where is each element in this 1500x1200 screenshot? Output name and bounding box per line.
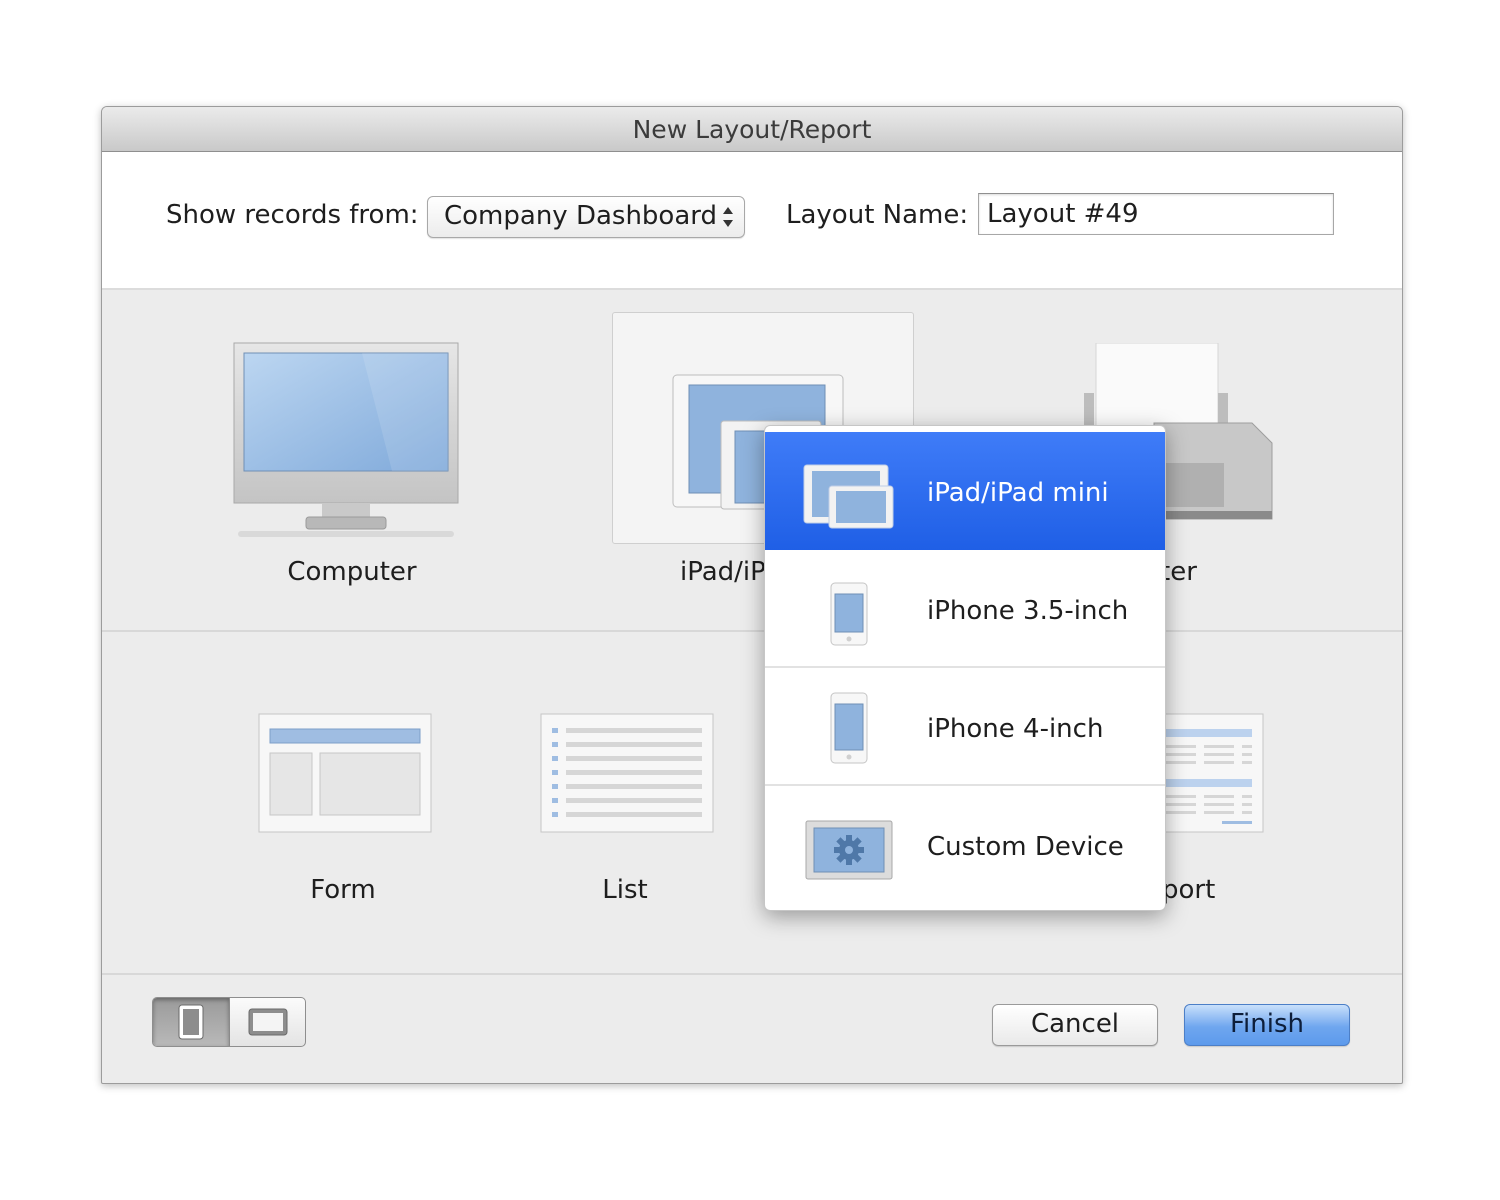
computer-label: Computer	[287, 557, 417, 587]
menu-item-label: Custom Device	[927, 832, 1124, 862]
report-label: port	[1162, 875, 1216, 905]
menu-item-custom-device[interactable]: Custom Device	[765, 786, 1165, 910]
menu-item-iphone-4-inch[interactable]: iPhone 4-inch	[765, 668, 1165, 786]
ipad-label: iPad/iP	[680, 557, 766, 587]
updown-arrows-icon	[723, 207, 733, 227]
menu-item-label: iPhone 4-inch	[927, 714, 1104, 744]
new-layout-dialog: New Layout/Report Show records from: Com…	[101, 106, 1403, 1084]
menu-item-iphone-3-5-inch[interactable]: iPhone 3.5-inch	[765, 550, 1165, 668]
layout-name-label: Layout Name:	[786, 200, 969, 230]
list-layout-icon	[540, 713, 714, 833]
menu-item-label: iPad/iPad mini	[927, 478, 1109, 508]
custom-device-gear-icon	[805, 820, 893, 880]
form-layout-icon	[258, 713, 432, 833]
report-layout-option[interactable]	[1161, 713, 1264, 835]
ipad-devices-icon	[803, 464, 894, 529]
show-records-label: Show records from:	[166, 200, 419, 230]
menu-item-ipad-ipad-mini[interactable]: iPad/iPad mini	[765, 432, 1165, 550]
report-layout-icon	[1161, 713, 1264, 833]
finish-button[interactable]: Finish	[1184, 1004, 1350, 1046]
footer-divider	[102, 973, 1402, 975]
computer-monitor-icon	[233, 342, 459, 537]
iphone-icon	[830, 582, 868, 646]
show-records-popup[interactable]: Company Dashboard	[427, 196, 745, 238]
section-divider	[102, 630, 1402, 632]
computer-device-option[interactable]	[232, 341, 460, 541]
show-records-value: Company Dashboard	[444, 201, 718, 231]
portrait-icon	[178, 1004, 204, 1040]
dialog-title: New Layout/Report	[102, 107, 1402, 152]
device-popup-menu: iPad/iPad mini iPhone 3.5-inch iPhone 4-…	[764, 425, 1166, 911]
landscape-icon	[248, 1008, 288, 1036]
landscape-orientation-button[interactable]	[230, 998, 305, 1046]
menu-item-label: iPhone 3.5-inch	[927, 596, 1129, 626]
iphone-tall-icon	[830, 692, 868, 764]
list-label: List	[602, 875, 648, 905]
cancel-button[interactable]: Cancel	[992, 1004, 1158, 1046]
list-layout-option[interactable]	[540, 713, 716, 835]
form-label: Form	[310, 875, 376, 905]
portrait-orientation-button[interactable]	[153, 998, 230, 1046]
layout-name-input[interactable]	[978, 193, 1334, 235]
orientation-segmented-control	[152, 997, 306, 1047]
form-layout-option[interactable]	[258, 713, 434, 835]
